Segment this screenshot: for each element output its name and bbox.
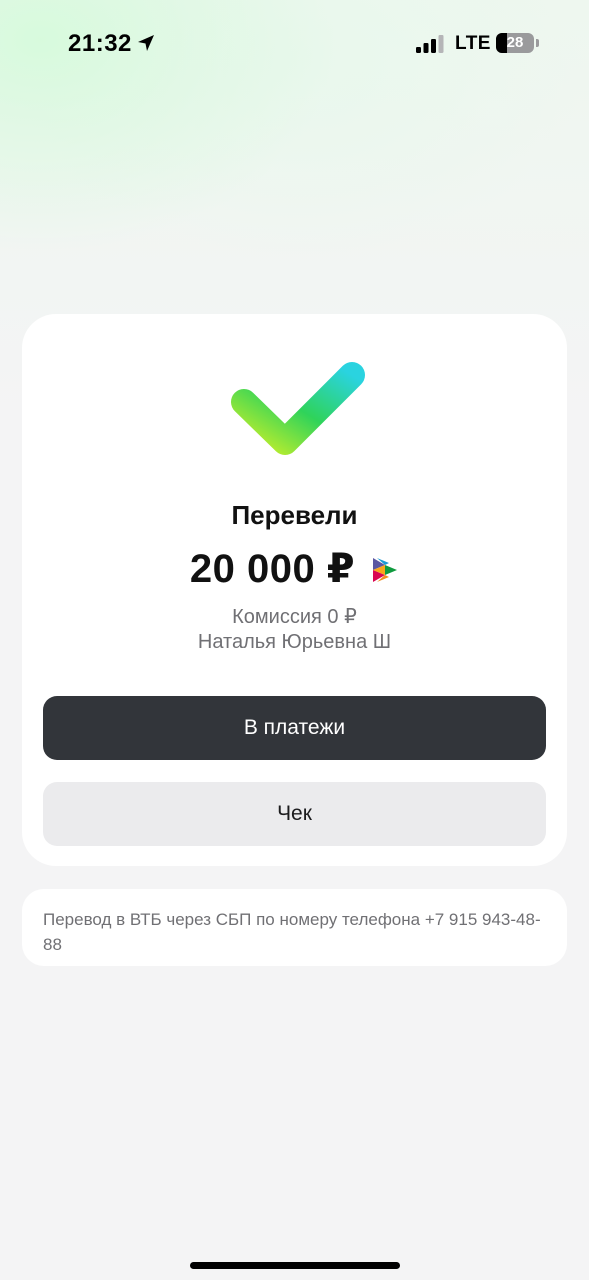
checkmark-icon <box>231 362 365 455</box>
status-bar: 21:32 LTE 28 <box>0 0 589 90</box>
transfer-result-card: Перевели 20 000 ₽ Комиссия 0 ₽ Наталья Ю… <box>22 314 567 866</box>
transfer-details-card: Перевод в ВТБ через СБП по номеру телефо… <box>22 889 567 966</box>
result-title: Перевели <box>231 500 358 530</box>
battery-level: 28 <box>506 34 524 51</box>
battery-cap <box>536 39 539 47</box>
receipt-button[interactable]: Чек <box>43 782 546 846</box>
home-indicator[interactable] <box>190 1262 400 1269</box>
commission-text: Комиссия 0 ₽ <box>232 606 357 628</box>
network-type: LTE <box>455 33 491 54</box>
status-time: 21:32 <box>68 30 132 57</box>
transfer-details-text: Перевод в ВТБ через СБП по номеру телефо… <box>43 910 541 954</box>
amount-row: 20 000 ₽ <box>22 544 567 594</box>
recipient-name: Наталья Юрьевна Ш <box>197 631 392 653</box>
location-arrow-icon <box>138 35 154 51</box>
signal-bars-icon <box>416 35 444 53</box>
to-payments-button[interactable]: В платежи <box>43 696 546 760</box>
sbp-logo-icon <box>373 558 398 582</box>
transfer-amount: 20 000 ₽ <box>189 547 356 591</box>
battery-icon: 28 <box>496 33 534 53</box>
